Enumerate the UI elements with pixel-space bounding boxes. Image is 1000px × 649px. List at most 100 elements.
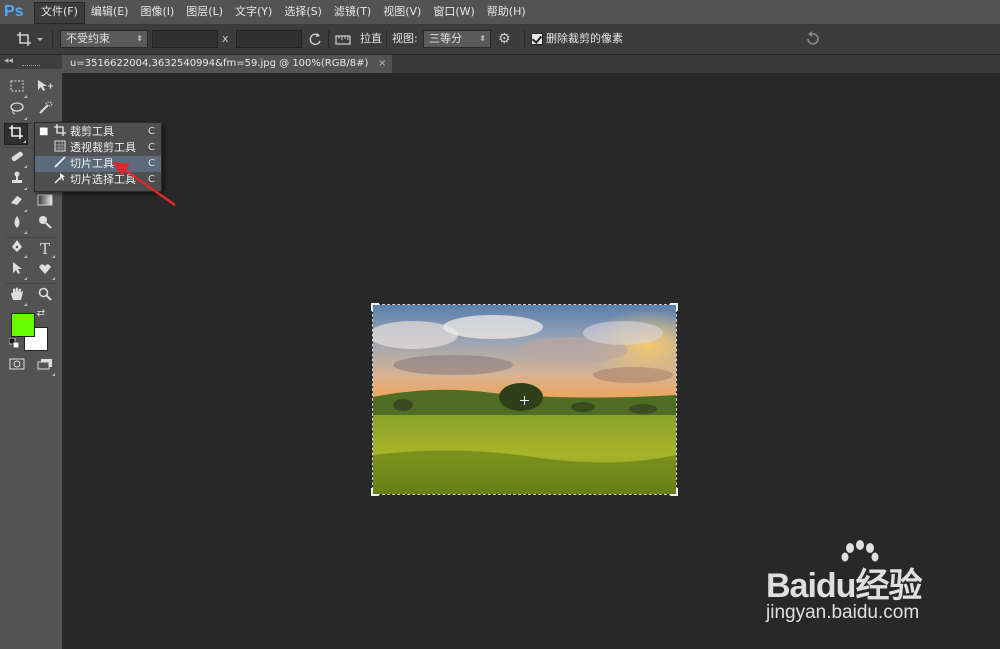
crop-icon — [17, 32, 43, 46]
toolbar-separator — [6, 283, 56, 284]
crop-handle[interactable] — [670, 303, 678, 311]
shape-icon — [39, 264, 51, 274]
healing-brush-tool[interactable] — [6, 149, 28, 169]
view-label: 视图: — [392, 32, 418, 45]
straighten-label[interactable]: 拉直 — [360, 30, 382, 48]
pen-tool[interactable] — [6, 239, 28, 259]
baidu-watermark: Baidu经验 jingyan.baidu.com — [766, 540, 966, 630]
move-tool[interactable] — [34, 79, 56, 99]
reset-icon[interactable] — [804, 30, 822, 48]
ratio-select[interactable]: 不受约束 ⬍ — [60, 30, 148, 48]
gear-icon[interactable]: ⚙ — [498, 30, 520, 48]
menu-type[interactable]: 文字(Y) — [229, 2, 278, 22]
marquee-tool[interactable] — [6, 79, 28, 99]
crop-handle[interactable] — [670, 488, 678, 496]
swap-dimensions-icon[interactable] — [307, 30, 323, 48]
menu-select[interactable]: 选择(S) — [278, 2, 328, 22]
crop-icon — [9, 125, 23, 139]
select-arrows-icon: ⬍ — [479, 34, 486, 43]
document-tab[interactable]: u=3516622004,3632540994&fm=59.jpg @ 100%… — [62, 55, 393, 73]
default-colors-icon[interactable] — [7, 337, 21, 352]
straighten-icon[interactable] — [334, 30, 354, 48]
menu-bar: Ps 文件(F) 编辑(E) 图像(I) 图层(L) 文字(Y) 选择(S) 滤… — [0, 0, 1000, 25]
annotation-arrow — [112, 162, 176, 207]
document-tab-title: u=3516622004,3632540994&fm=59.jpg @ 100%… — [70, 58, 369, 69]
options-separator — [52, 30, 53, 48]
gradient-tool[interactable] — [34, 193, 56, 213]
dimension-separator: x — [222, 32, 229, 45]
hand-icon — [11, 287, 23, 300]
eraser-tool[interactable] — [6, 193, 28, 213]
quick-selection-icon — [39, 101, 53, 114]
flyout-item-label: 裁剪工具 — [70, 125, 114, 138]
toolbar-separator — [6, 237, 56, 238]
custom-shape-tool[interactable] — [34, 261, 56, 281]
menu-filter[interactable]: 滤镜(T) — [328, 2, 377, 22]
menu-window[interactable]: 窗口(W) — [427, 2, 480, 22]
options-separator — [386, 30, 387, 48]
path-selection-tool[interactable] — [6, 261, 28, 281]
pen-icon — [12, 240, 22, 252]
options-separator — [328, 30, 329, 48]
eraser-icon — [11, 196, 22, 205]
menu-file[interactable]: 文件(F) — [34, 2, 85, 24]
height-input[interactable] — [236, 30, 302, 48]
panel-grip[interactable] — [22, 65, 40, 68]
crop-handle[interactable] — [371, 303, 379, 311]
foreground-color-swatch[interactable] — [11, 313, 35, 337]
width-input[interactable] — [152, 30, 218, 48]
bandage-icon — [11, 151, 23, 162]
slice-select-icon — [53, 172, 67, 189]
type-tool[interactable]: T — [34, 239, 56, 259]
active-bullet-icon: ■ — [39, 126, 49, 137]
clone-stamp-tool[interactable] — [6, 171, 28, 191]
screen-mode-icon[interactable] — [34, 357, 56, 377]
view-select[interactable]: 三等分 ⬍ — [423, 30, 491, 48]
drop-icon — [14, 216, 20, 228]
dodge-tool[interactable] — [34, 215, 56, 235]
tools-panel-header[interactable]: ◂◂ — [0, 55, 62, 69]
blur-tool[interactable] — [6, 215, 28, 235]
crop-handle[interactable] — [371, 488, 379, 496]
view-select-value: 三等分 — [429, 32, 462, 45]
watermark-brand: Baidu经验 — [766, 567, 922, 605]
flyout-item-shortcut: C — [148, 126, 155, 137]
collapse-icon[interactable]: ◂◂ — [4, 55, 13, 67]
menu-view[interactable]: 视图(V) — [377, 2, 427, 22]
slice-icon — [53, 156, 67, 173]
menu-help[interactable]: 帮助(H) — [481, 2, 532, 22]
close-icon[interactable]: × — [378, 55, 386, 73]
marquee-icon — [10, 80, 24, 92]
crop-center-marker — [520, 395, 529, 405]
type-icon: T — [39, 240, 50, 258]
watermark-url: jingyan.baidu.com — [766, 602, 920, 623]
select-arrows-icon: ⬍ — [136, 34, 143, 43]
quick-mask-icon[interactable] — [6, 357, 28, 377]
perspective-crop-icon — [53, 140, 67, 157]
menu-list: 文件(F) 编辑(E) 图像(I) 图层(L) 文字(Y) 选择(S) 滤镜(T… — [34, 2, 532, 24]
crop-tool[interactable] — [4, 123, 28, 145]
move-icon — [38, 80, 53, 91]
zoom-tool[interactable] — [34, 287, 56, 307]
options-separator — [524, 30, 525, 48]
stamp-icon — [12, 171, 22, 183]
swap-colors-icon[interactable]: ⇄ — [34, 307, 48, 321]
options-bar: 不受约束 ⬍ x 拉直 视图: 三等分 ⬍ ⚙ 删除裁剪的像素 — [0, 25, 1000, 55]
menu-layer[interactable]: 图层(L) — [180, 2, 229, 22]
flyout-item-crop[interactable]: ■ 裁剪工具 C — [35, 124, 161, 140]
ratio-select-value: 不受约束 — [66, 32, 110, 45]
crop-icon — [53, 124, 67, 141]
delete-cropped-checkbox[interactable] — [531, 33, 543, 45]
lasso-tool[interactable] — [6, 101, 28, 121]
gradient-icon — [37, 194, 53, 206]
menu-image[interactable]: 图像(I) — [134, 2, 180, 22]
delete-cropped-label[interactable]: 删除裁剪的像素 — [546, 30, 623, 48]
tool-preset-picker[interactable] — [14, 30, 46, 48]
path-select-icon — [13, 262, 22, 274]
document-tab-bar: u=3516622004,3632540994&fm=59.jpg @ 100%… — [62, 55, 1000, 73]
crop-selection-frame[interactable] — [371, 303, 678, 496]
quick-selection-tool[interactable] — [34, 101, 56, 121]
zoom-icon — [38, 287, 52, 301]
menu-edit[interactable]: 编辑(E) — [85, 2, 135, 22]
hand-tool[interactable] — [6, 287, 28, 307]
